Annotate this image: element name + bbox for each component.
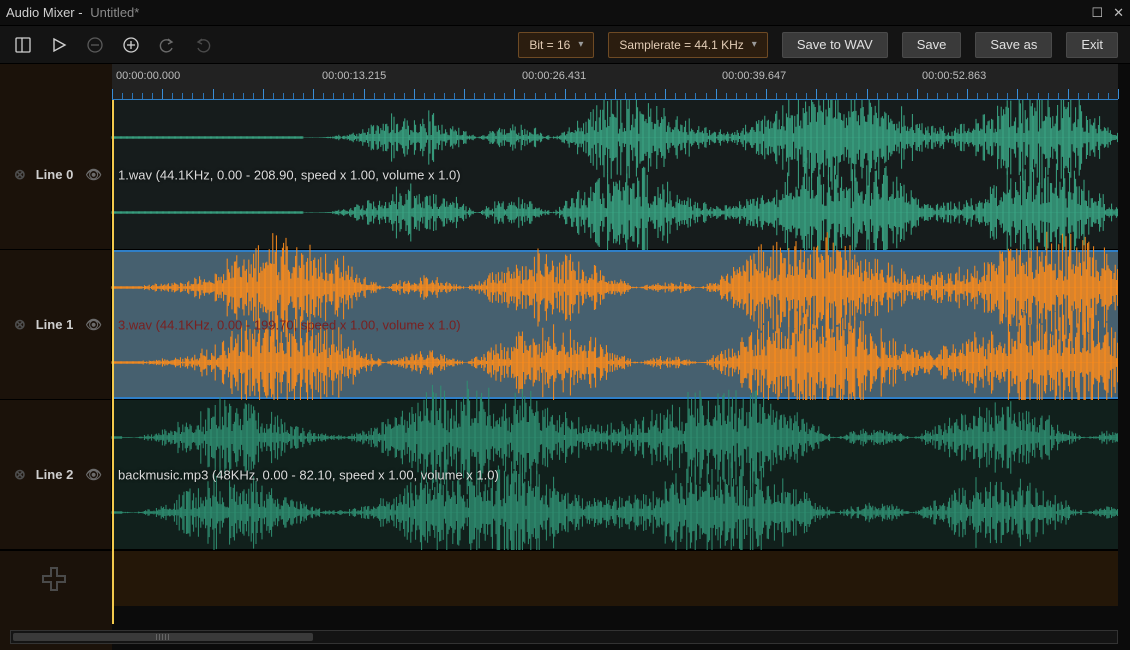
- save-as-button[interactable]: Save as: [975, 32, 1052, 58]
- window-close-button[interactable]: ✕: [1113, 5, 1124, 21]
- clip-info-label: 3.wav (44.1KHz, 0.00 - 199.70, speed x 1…: [118, 317, 461, 332]
- track-visibility-icon[interactable]: 👁: [85, 467, 102, 483]
- track-name: Line 2: [36, 467, 74, 482]
- samplerate-label: Samplerate = 44.1 KHz: [619, 38, 743, 52]
- track-row: ⊗ Line 0 👁 1.wav (44.1KHz, 0.00 - 208.90, s…: [0, 100, 1118, 250]
- title-bar: Audio Mixer - Untitled* ☐ ✕: [0, 0, 1130, 26]
- save-to-wav-button[interactable]: Save to WAV: [782, 32, 888, 58]
- time-label: 00:00:39.647: [722, 70, 786, 82]
- zoom-in-icon[interactable]: [120, 34, 142, 56]
- undo-icon[interactable]: [156, 34, 178, 56]
- time-ruler[interactable]: 00:00:00.000 00:00:13.215 00:00:26.431 0…: [112, 64, 1118, 100]
- redo-icon[interactable]: [192, 34, 214, 56]
- scrollbar-thumb[interactable]: [13, 633, 313, 641]
- add-track-area: [112, 551, 1118, 606]
- bit-depth-label: Bit = 16: [529, 38, 570, 52]
- zoom-out-icon[interactable]: [84, 34, 106, 56]
- clip-info-label: backmusic.mp3 (48KHz, 0.00 - 82.10, spee…: [118, 467, 499, 482]
- time-label: 00:00:26.431: [522, 70, 586, 82]
- app-title: Audio Mixer - Untitled*: [6, 5, 139, 20]
- horizontal-scrollbar[interactable]: [10, 630, 1118, 644]
- document-name: Untitled*: [90, 5, 139, 20]
- main-area: 00:00:00.000 00:00:13.215 00:00:26.431 0…: [0, 64, 1130, 650]
- track-name: Line 1: [36, 317, 74, 332]
- app-name: Audio Mixer -: [6, 5, 83, 20]
- track-close-icon[interactable]: ⊗: [14, 466, 26, 483]
- track-label: ⊗ Line 2 👁: [0, 400, 112, 549]
- playhead[interactable]: [112, 100, 114, 624]
- time-label: 00:00:13.215: [322, 70, 386, 82]
- window-maximize-button[interactable]: ☐: [1091, 5, 1103, 21]
- panel-toggle-icon[interactable]: [12, 34, 34, 56]
- track-visibility-icon[interactable]: 👁: [85, 317, 102, 333]
- track-close-icon[interactable]: ⊗: [14, 166, 26, 183]
- toolbar: Bit = 16 ▾ Samplerate = 44.1 KHz ▾ Save …: [0, 26, 1130, 64]
- time-label: 00:00:00.000: [116, 70, 180, 82]
- clip-info-label: 1.wav (44.1KHz, 0.00 - 208.90, speed x 1…: [118, 167, 461, 182]
- exit-button[interactable]: Exit: [1066, 32, 1118, 58]
- track-label: ⊗ Line 1 👁: [0, 250, 112, 399]
- chevron-down-icon: ▾: [752, 39, 757, 50]
- track-row: ⊗ Line 1 👁 3.wav (44.1KHz, 0.00 - 199.70, s…: [0, 250, 1118, 400]
- play-icon[interactable]: [48, 34, 70, 56]
- track-close-icon[interactable]: ⊗: [14, 316, 26, 333]
- track-label: ⊗ Line 0 👁: [0, 100, 112, 249]
- add-track-icon[interactable]: [40, 565, 68, 593]
- tracks-container: ⊗ Line 0 👁 1.wav (44.1KHz, 0.00 - 208.90, s…: [0, 100, 1118, 624]
- add-track-row: [0, 550, 1118, 606]
- bit-depth-dropdown[interactable]: Bit = 16 ▾: [518, 32, 594, 58]
- chevron-down-icon: ▾: [578, 39, 583, 50]
- save-button[interactable]: Save: [902, 32, 962, 58]
- time-label: 00:00:52.863: [922, 70, 986, 82]
- time-labels: 00:00:00.000 00:00:13.215 00:00:26.431 0…: [112, 70, 1118, 84]
- track-row: ⊗ Line 2 👁 backmusic.mp3 (48KHz, 0.00 - 82.…: [0, 400, 1118, 550]
- samplerate-dropdown[interactable]: Samplerate = 44.1 KHz ▾: [608, 32, 767, 58]
- track-visibility-icon[interactable]: 👁: [85, 167, 102, 183]
- ruler-ticks: [112, 89, 1118, 99]
- track-name: Line 0: [36, 167, 74, 182]
